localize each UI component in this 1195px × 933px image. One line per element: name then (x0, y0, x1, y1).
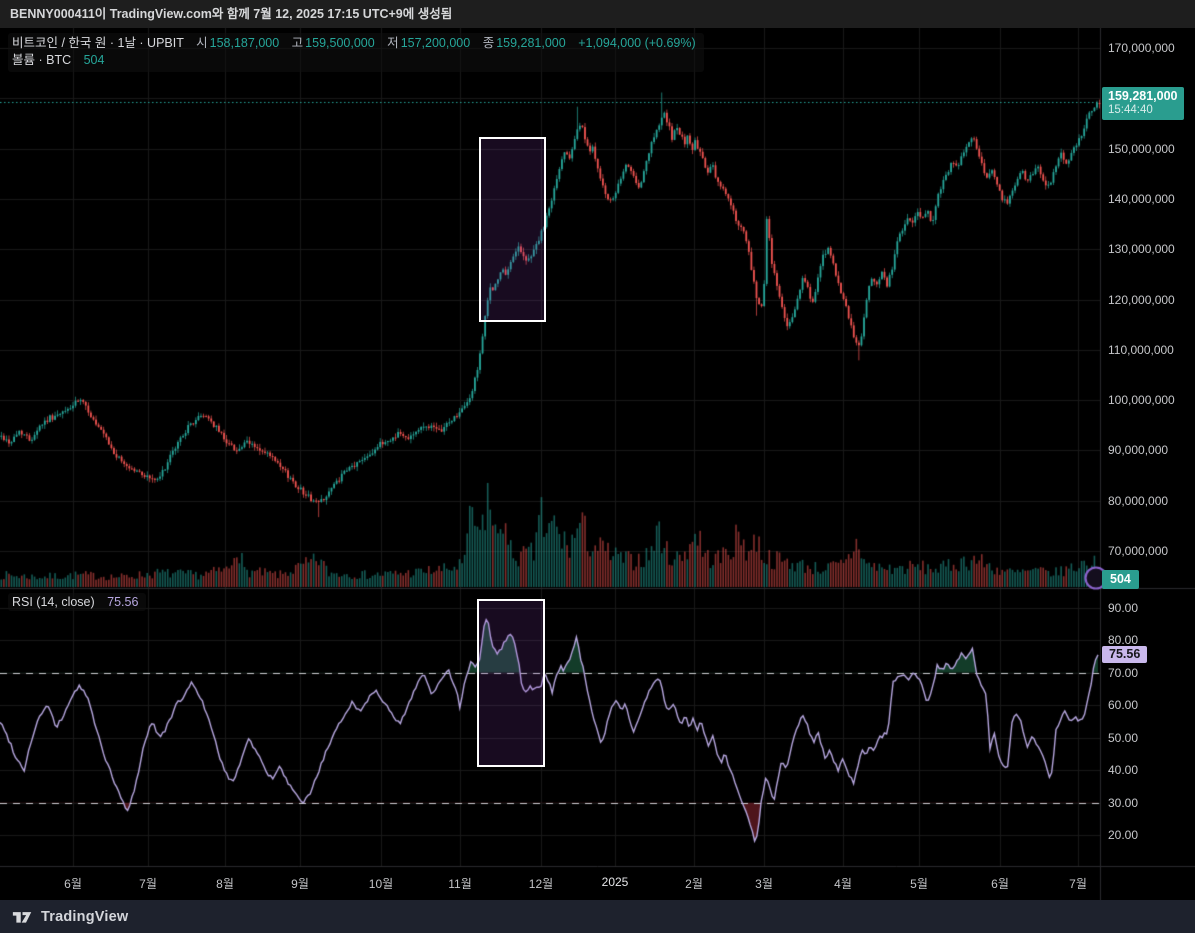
time-tick-label: 6월 (991, 877, 1009, 891)
chart-area: 비트코인 / 한국 원 · 1날 · UPBIT 시 158,187,000 고1… (0, 28, 1195, 900)
rsi-tick-label: 50.00 (1108, 730, 1139, 745)
time-tick-label: 10월 (368, 877, 394, 891)
time-tick-label: 7월 (1069, 877, 1087, 891)
price-tick-label: 70,000,000 (1108, 544, 1169, 558)
high-label: 고 (291, 36, 304, 50)
close-label: 종 (482, 36, 495, 50)
high-value: 159,500,000 (305, 36, 375, 50)
volume-value: 504 (83, 53, 105, 67)
symbol-title: 비트코인 / 한국 원 · 1날 · UPBIT (12, 36, 184, 50)
highlight-box-rsi[interactable] (477, 599, 545, 767)
price-tick-label: 130,000,000 (1108, 242, 1175, 257)
symbol-legend[interactable]: 비트코인 / 한국 원 · 1날 · UPBIT 시 158,187,000 고1… (8, 33, 704, 72)
time-tick-label: 11월 (448, 877, 472, 891)
highlight-box-price[interactable] (479, 137, 546, 322)
tradingview-logo-icon[interactable] (12, 907, 33, 926)
attribution-bar: BENNY000411이 TradingView.com와 함께 7월 12, … (0, 0, 1195, 28)
rsi-tick-label: 30.00 (1108, 795, 1139, 810)
time-tick-label: 7월 (139, 877, 157, 891)
bar-countdown: 15:44:40 (1108, 104, 1153, 116)
time-tick-label: 2025 (601, 875, 629, 889)
last-price-badge: 159,281,000 15:44:40 (1102, 87, 1184, 120)
volume-title: 볼륨 · BTC (12, 53, 72, 67)
time-tick-label: 8월 (216, 877, 234, 891)
price-tick-label: 100,000,000 (1108, 393, 1175, 408)
rsi-tick-label: 90.00 (1108, 601, 1139, 615)
rsi-axis[interactable]: 90.00 80.00 70.00 60.00 50.00 40.00 30.00 20.00 (1100, 588, 1195, 866)
price-tick-label: 150,000,000 (1108, 141, 1175, 156)
rsi-badge: 75.56 (1102, 646, 1148, 663)
close-value: 159,281,000 (496, 36, 566, 50)
price-tick-label: 140,000,000 (1108, 191, 1175, 206)
attribution-text: BENNY000411이 TradingView.com와 함께 7월 12, … (10, 7, 453, 21)
price-tick-label: 110,000,000 (1108, 342, 1174, 357)
rsi-value: 75.56 (107, 595, 139, 609)
rsi-tick-label: 60.00 (1108, 698, 1139, 713)
open-label: 시 (196, 36, 208, 50)
price-tick-label: 120,000,000 (1108, 292, 1175, 307)
volume-badge: 504 (1102, 570, 1139, 589)
low-value: 157,200,000 (400, 36, 471, 50)
price-tick-label: 80,000,000 (1108, 493, 1169, 508)
time-tick-label: 5월 (910, 877, 928, 891)
rsi-legend-row[interactable]: RSI (14, close) 75.56 (8, 593, 147, 611)
time-tick-label: 2월 (685, 877, 703, 891)
change-value: +1,094,000 (+0.69%) (578, 36, 696, 50)
chart-canvas[interactable] (0, 28, 1195, 900)
last-price-value: 159,281,000 (1108, 89, 1178, 103)
rsi-tick-label: 20.00 (1108, 828, 1139, 842)
price-tick-label: 90,000,000 (1108, 443, 1169, 458)
footer-bar: TradingView (0, 900, 1195, 933)
rsi-title: RSI (14, close) (12, 595, 95, 609)
rsi-tick-label: 40.00 (1108, 763, 1139, 778)
time-tick-label: 6월 (64, 877, 82, 891)
low-label: 저 (387, 36, 399, 50)
rsi-tick-label: 70.00 (1108, 665, 1139, 680)
time-tick-label: 3월 (755, 877, 773, 891)
time-axis[interactable]: 6월 7월 8월 9월 10월 11월 12월 2025 2월 3월 4월 5월 6월 7월 (0, 866, 1195, 900)
symbol-legend-row[interactable]: 비트코인 / 한국 원 · 1날 · UPBIT 시 158,187,000 고1… (12, 35, 696, 52)
time-tick-label: 9월 (291, 877, 309, 891)
open-value: 158,187,000 (209, 36, 280, 50)
tradingview-brand-text[interactable]: TradingView (41, 909, 128, 925)
time-tick-label: 12월 (528, 877, 554, 891)
price-tick-label: 170,000,000 (1108, 41, 1175, 55)
volume-legend-row[interactable]: 볼륨 · BTC 504 (12, 52, 696, 69)
time-tick-label: 4월 (834, 877, 852, 891)
